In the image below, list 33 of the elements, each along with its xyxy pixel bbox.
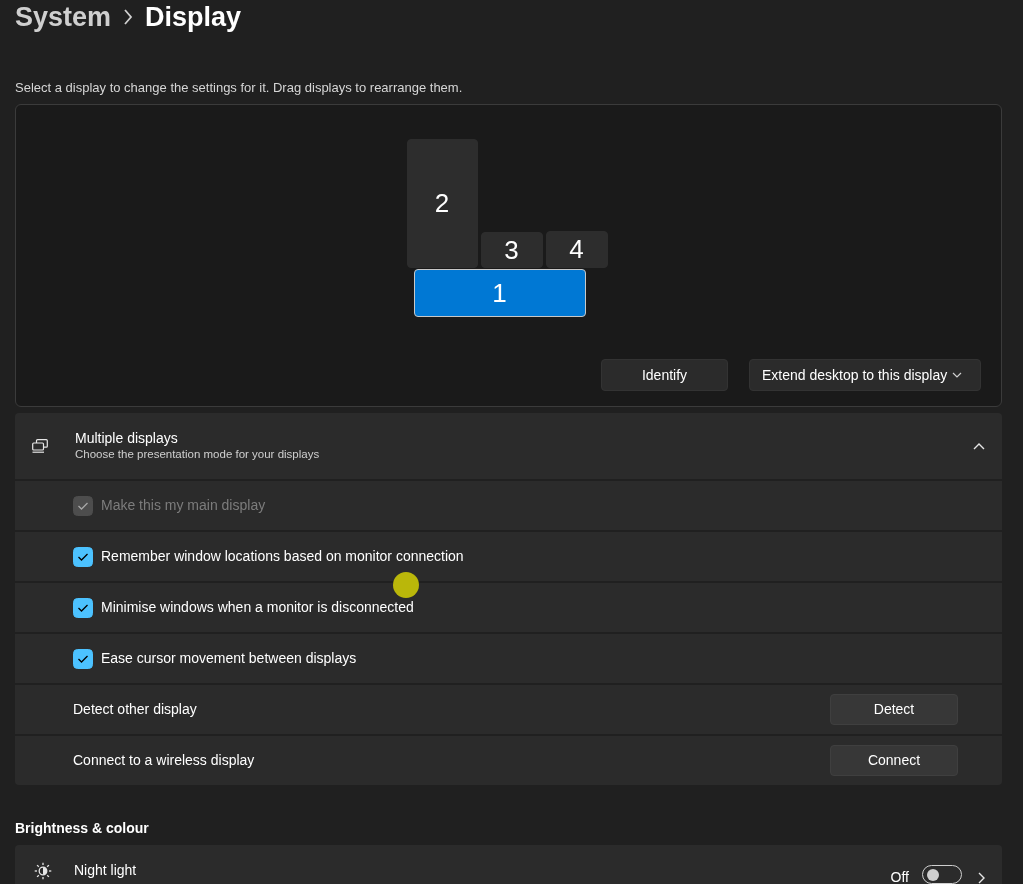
chevron-up-icon <box>973 442 985 450</box>
section-subtitle: Choose the presentation mode for your displays <box>75 447 320 462</box>
toggle-state-label: Off <box>890 869 909 884</box>
sun-icon <box>34 862 52 880</box>
instruction-text: Select a display to change the settings for it. Drag displays to rearrange them. <box>15 80 464 96</box>
checkbox-label: Ease cursor movement between displays <box>101 649 357 668</box>
monitor-tile[interactable]: 4 <box>545 231 608 268</box>
checkbox[interactable] <box>73 546 93 567</box>
monitors-icon <box>32 439 48 453</box>
chevron-down-icon <box>952 372 962 378</box>
section-title: Multiple displays <box>75 430 179 447</box>
checkbox-label: Make this my main display <box>101 496 266 515</box>
monitor-tile[interactable]: 1 <box>413 269 586 317</box>
identify-button[interactable]: Identify <box>601 359 728 391</box>
checkbox[interactable] <box>73 597 93 618</box>
row-button[interactable]: Connect <box>830 745 958 776</box>
checkbox[interactable] <box>73 648 93 669</box>
setting-label: Connect to a wireless display <box>73 751 255 770</box>
monitor-tile[interactable]: 3 <box>480 232 543 268</box>
monitor-tile[interactable]: 2 <box>406 139 478 268</box>
night-light-card[interactable]: Night light Off <box>15 845 1002 884</box>
chevron-right-icon <box>123 9 134 25</box>
expander-header[interactable]: Multiple displays Choose the presentation mode for your displays <box>15 413 1002 479</box>
breadcrumb-item[interactable]: System <box>15 0 112 34</box>
checkbox-label: Remember window locations based on monitor connection <box>101 547 464 566</box>
setting-label: Detect other display <box>73 700 197 719</box>
section-heading: Brightness & colour <box>15 819 150 837</box>
checkbox-label: Minimise windows when a monitor is disconnected <box>101 598 414 617</box>
breadcrumb-item: Display <box>145 1 242 34</box>
setting-title: Night light <box>74 862 137 879</box>
chevron-right-icon <box>978 872 985 884</box>
display-mode-dropdown[interactable]: Extend desktop to this display <box>749 359 981 391</box>
row-button[interactable]: Detect <box>830 694 958 725</box>
